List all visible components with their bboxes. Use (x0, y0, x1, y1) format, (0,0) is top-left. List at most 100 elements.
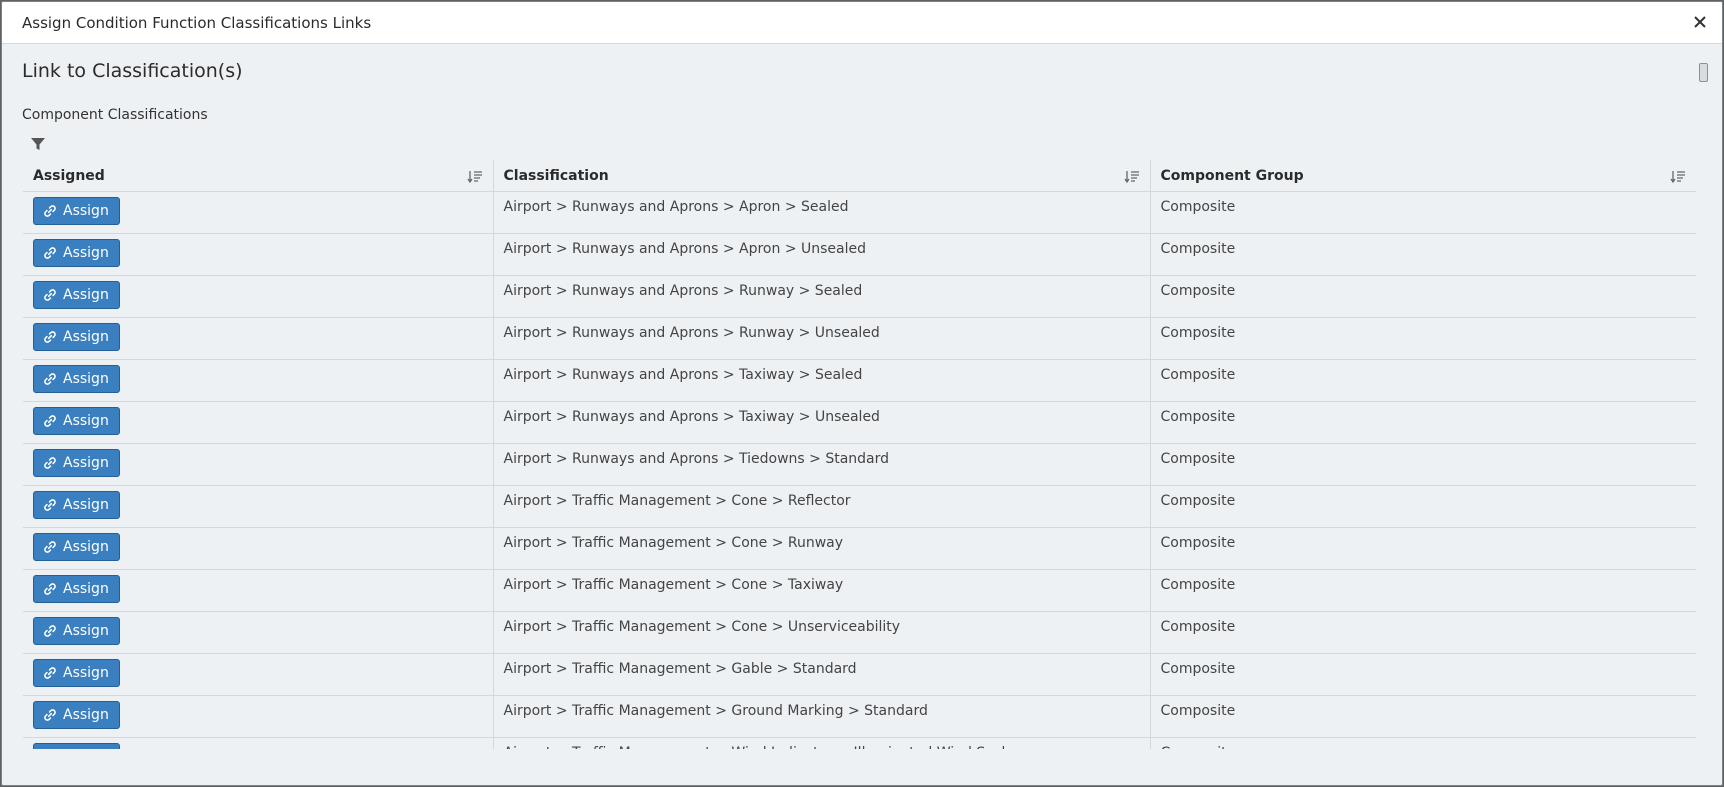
link-icon (43, 246, 57, 260)
component-group-cell: Composite (1149, 653, 1696, 696)
section-title: Link to Classification(s) (22, 60, 243, 82)
assigned-cell: Assign (23, 359, 493, 402)
component-group-cell: Composite (1149, 527, 1696, 570)
assign-button[interactable]: Assign (33, 197, 120, 225)
assign-button-label: Assign (63, 581, 109, 597)
classification-cell: Airport > Runways and Aprons > Runway > … (492, 275, 1150, 318)
column-header-label: Assigned (33, 167, 105, 184)
assigned-cell: Assign (23, 191, 493, 234)
assigned-cell: Assign (23, 233, 493, 276)
assign-button-label: Assign (63, 455, 109, 471)
filter-icon[interactable] (30, 136, 46, 152)
assign-button-label: Assign (63, 413, 109, 429)
component-group-cell: Composite (1149, 569, 1696, 612)
component-group-cell: Composite (1149, 275, 1696, 318)
assigned-cell: Assign (23, 401, 493, 444)
assign-button-label: Assign (63, 707, 109, 723)
table-row: Assign Airport > Runways and Aprons > Run… (23, 317, 1696, 360)
close-icon[interactable] (1690, 12, 1710, 32)
assign-button-label: Assign (63, 203, 109, 219)
link-icon (43, 624, 57, 638)
assign-button-label: Assign (63, 539, 109, 555)
assign-button-label: Assign (63, 665, 109, 681)
table-row: Assign Airport > Traffic Management > Con… (23, 611, 1696, 654)
assign-button[interactable]: Assign (33, 575, 120, 603)
assign-button-label: Assign (63, 497, 109, 513)
assign-button[interactable]: Assign (33, 281, 120, 309)
assigned-cell: Assign (23, 275, 493, 318)
classification-cell: Airport > Traffic Management > Cone > Re… (492, 485, 1150, 528)
classification-cell: Airport > Traffic Management > Cone > Ru… (492, 527, 1150, 570)
assign-button[interactable]: Assign (33, 239, 120, 267)
assign-button[interactable]: Assign (33, 449, 120, 477)
classification-cell: Airport > Traffic Management > Cone > Ta… (492, 569, 1150, 612)
dialog-body: Link to Classification(s) Component Clas… (2, 44, 1722, 785)
grid-title: Component Classifications (22, 107, 208, 123)
column-header-label: Component Group (1160, 167, 1304, 184)
classification-cell: Airport > Runways and Aprons > Tiedowns … (492, 443, 1150, 486)
table-row: Assign Airport > Runways and Aprons > Run… (23, 275, 1696, 318)
classifications-grid: Assigned Classification Component Group As… (23, 160, 1696, 749)
table-row: Assign Airport > Traffic Management > Con… (23, 527, 1696, 570)
sort-icon[interactable] (1670, 170, 1686, 184)
assigned-cell: Assign (23, 695, 493, 738)
assign-button[interactable]: Assign (33, 701, 120, 729)
assign-button-label: Assign (63, 287, 109, 303)
component-group-cell: Composite (1149, 485, 1696, 528)
sort-icon[interactable] (466, 170, 483, 184)
sort-icon[interactable] (1123, 170, 1140, 184)
component-group-cell: Composite (1149, 401, 1696, 444)
link-icon (43, 708, 57, 722)
table-row: Assign Airport > Traffic Management > Con… (23, 569, 1696, 612)
assign-button[interactable]: Assign (33, 323, 120, 351)
component-group-cell: Composite (1149, 317, 1696, 360)
link-icon (43, 666, 57, 680)
assign-button-label: Assign (63, 329, 109, 345)
col-classification-header[interactable]: Classification (492, 160, 1150, 192)
table-row: Assign Airport > Traffic Management > Con… (23, 485, 1696, 528)
assign-button[interactable]: Assign (33, 365, 120, 393)
link-icon (43, 540, 57, 554)
assigned-cell: Assign (23, 737, 493, 749)
col-assigned-header[interactable]: Assigned (23, 160, 493, 192)
classification-cell: Airport > Runways and Aprons > Taxiway >… (492, 359, 1150, 402)
classification-cell: Airport > Traffic Management > Cone > Un… (492, 611, 1150, 654)
dialog-header: Assign Condition Function Classification… (2, 2, 1722, 44)
assigned-cell: Assign (23, 569, 493, 612)
assigned-cell: Assign (23, 317, 493, 360)
assigned-cell: Assign (23, 527, 493, 570)
component-group-cell: Composite (1149, 233, 1696, 276)
component-group-cell: Composite (1149, 611, 1696, 654)
assign-button[interactable]: Assign (33, 617, 120, 645)
assign-links-dialog: Assign Condition Function Classification… (1, 1, 1723, 786)
component-group-cell: Composite (1149, 737, 1696, 749)
assign-button[interactable]: Assign (33, 491, 120, 519)
grid-header-row: Assigned Classification Component Group (23, 160, 1696, 192)
component-group-cell: Composite (1149, 359, 1696, 402)
assign-button[interactable]: Assign (33, 407, 120, 435)
classification-cell: Airport > Traffic Management > Ground Ma… (492, 695, 1150, 738)
scrollbar-thumb[interactable] (1699, 63, 1708, 82)
link-icon (43, 498, 57, 512)
link-icon (43, 330, 57, 344)
classification-cell: Airport > Runways and Aprons > Runway > … (492, 317, 1150, 360)
table-row: Assign Airport > Runways and Aprons > Apr… (23, 233, 1696, 276)
classification-cell: Airport > Runways and Aprons > Taxiway >… (492, 401, 1150, 444)
link-icon (43, 456, 57, 470)
assign-button-label: Assign (63, 623, 109, 639)
dialog-title: Assign Condition Function Classification… (22, 14, 372, 32)
assigned-cell: Assign (23, 611, 493, 654)
col-component-group-header[interactable]: Component Group (1149, 160, 1696, 192)
table-row: Assign Airport > Traffic Management > Gro… (23, 695, 1696, 738)
table-row: Assign Airport > Runways and Aprons > Apr… (23, 191, 1696, 234)
assign-button[interactable]: Assign (33, 743, 120, 749)
assigned-cell: Assign (23, 485, 493, 528)
assign-button[interactable]: Assign (33, 533, 120, 561)
classification-cell: Airport > Runways and Aprons > Apron > S… (492, 191, 1150, 234)
link-icon (43, 288, 57, 302)
table-row: Assign Airport > Traffic Management > Gab… (23, 653, 1696, 696)
component-group-cell: Composite (1149, 191, 1696, 234)
column-header-label: Classification (503, 167, 609, 184)
assign-button[interactable]: Assign (33, 659, 120, 687)
assign-button-label: Assign (63, 245, 109, 261)
